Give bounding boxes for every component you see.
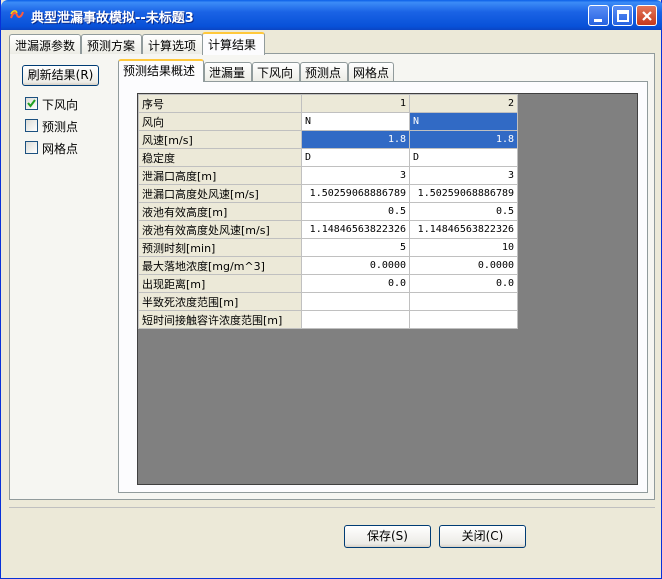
grid-cell[interactable] [301,310,410,329]
table-row: 泄漏口高度处风速[m/s] 1.50259068886789 1.5025906… [138,184,518,203]
minimize-button[interactable] [588,5,609,26]
grid-cell[interactable] [301,292,410,311]
checkbox-label: 预测点 [42,120,79,134]
tab-results-summary[interactable]: 预测结果概述 [118,59,204,82]
row-header: 序号 [138,94,302,113]
grid-cell[interactable]: N [301,112,410,131]
checkmark-icon [27,99,36,108]
grid-cell[interactable] [409,310,518,329]
column-header[interactable]: 1 [301,94,410,113]
close-button[interactable]: 关闭(C) [439,525,526,548]
grid-cell[interactable]: 1.50259068886789 [409,184,518,203]
grid-cell[interactable]: 1.50259068886789 [301,184,410,203]
table-row: 半致死浓度范围[m] [138,292,518,311]
table-row: 序号 1 2 [138,94,518,113]
row-header: 半致死浓度范围[m] [138,292,302,311]
refresh-results-button[interactable]: 刷新结果(R) [22,65,99,86]
close-icon [642,11,652,21]
tab-leak-source[interactable]: 泄漏源参数 [9,34,81,54]
row-header: 短时间接触容许浓度范围[m] [138,310,302,329]
grid-cell[interactable]: 5 [301,238,410,257]
maximize-button[interactable] [612,5,633,26]
grid-cell[interactable] [409,292,518,311]
maximize-icon [617,10,629,22]
title-bar[interactable]: 典型泄漏事故模拟--未标题3 [1,0,662,30]
row-header: 泄漏口高度处风速[m/s] [138,184,302,203]
row-header: 预测时刻[min] [138,238,302,257]
row-header: 稳定度 [138,148,302,167]
grid-cell[interactable]: 1.8 [409,130,518,149]
grid-cell[interactable]: 0.5 [409,202,518,221]
grid-cell[interactable]: D [301,148,410,167]
row-header: 液池有效高度处风速[m/s] [138,220,302,239]
tab-calc-results[interactable]: 计算结果 [202,32,265,55]
tab-calc-options[interactable]: 计算选项 [142,34,203,54]
table-row: 泄漏口高度[m] 3 3 [138,166,518,185]
checkbox-box[interactable] [25,119,38,132]
table-row: 风速[m/s] 1.8 1.8 [138,130,518,149]
column-header[interactable]: 2 [409,94,518,113]
grid-cell[interactable]: 0.0 [301,274,410,293]
grid-cell[interactable]: 3 [301,166,410,185]
table-row: 出现距离[m] 0.0 0.0 [138,274,518,293]
grid-cell[interactable]: 0.0 [409,274,518,293]
tab-downwind[interactable]: 下风向 [252,62,300,81]
tab-forecast-plan[interactable]: 预测方案 [81,34,142,54]
grid-cell[interactable]: N [409,112,518,131]
grid-cell[interactable]: 1.14846563822326 [409,220,518,239]
tab-forecast-points[interactable]: 预测点 [300,62,348,81]
grid-cell[interactable]: 0.0000 [409,256,518,275]
table-row: 液池有效高度[m] 0.5 0.5 [138,202,518,221]
grid-cell[interactable]: 1.14846563822326 [301,220,410,239]
tab-leak-amount[interactable]: 泄漏量 [204,62,252,81]
grid-cell[interactable]: 0.0000 [301,256,410,275]
row-header: 泄漏口高度[m] [138,166,302,185]
table-row: 风向 N N [138,112,518,131]
results-grid[interactable]: 序号 1 2 风向 N N 风速[m/s] 1.8 1.8 稳定度 D D 泄漏… [138,94,518,329]
close-window-button[interactable] [636,5,657,26]
row-header: 最大落地浓度[mg/m^3] [138,256,302,275]
app-window: 典型泄漏事故模拟--未标题3 泄漏源参数 预测方案 计算选项 计算结果 刷新结果… [0,0,662,579]
grid-cell[interactable]: 10 [409,238,518,257]
row-header: 液池有效高度[m] [138,202,302,221]
grid-cell[interactable]: D [409,148,518,167]
tab-grid-points[interactable]: 网格点 [348,62,394,81]
grid-cell[interactable]: 3 [409,166,518,185]
row-header: 风速[m/s] [138,130,302,149]
minimize-icon [594,19,602,22]
grid-cell[interactable]: 0.5 [301,202,410,221]
app-icon [9,8,25,22]
footer-divider [9,507,655,508]
row-header: 出现距离[m] [138,274,302,293]
checkbox-label: 网格点 [42,142,79,156]
table-row: 预测时刻[min] 5 10 [138,238,518,257]
save-button[interactable]: 保存(S) [344,525,431,548]
table-row: 液池有效高度处风速[m/s] 1.14846563822326 1.148465… [138,220,518,239]
table-row: 最大落地浓度[mg/m^3] 0.0000 0.0000 [138,256,518,275]
table-row: 稳定度 D D [138,148,518,167]
grid-cell[interactable]: 1.8 [301,130,410,149]
window-title: 典型泄漏事故模拟--未标题3 [31,11,194,26]
table-row: 短时间接触容许浓度范围[m] [138,310,518,329]
checkbox-box[interactable] [25,141,38,154]
checkbox-label: 下风向 [42,98,79,112]
row-header: 风向 [138,112,302,131]
checkbox-box[interactable] [25,97,38,110]
